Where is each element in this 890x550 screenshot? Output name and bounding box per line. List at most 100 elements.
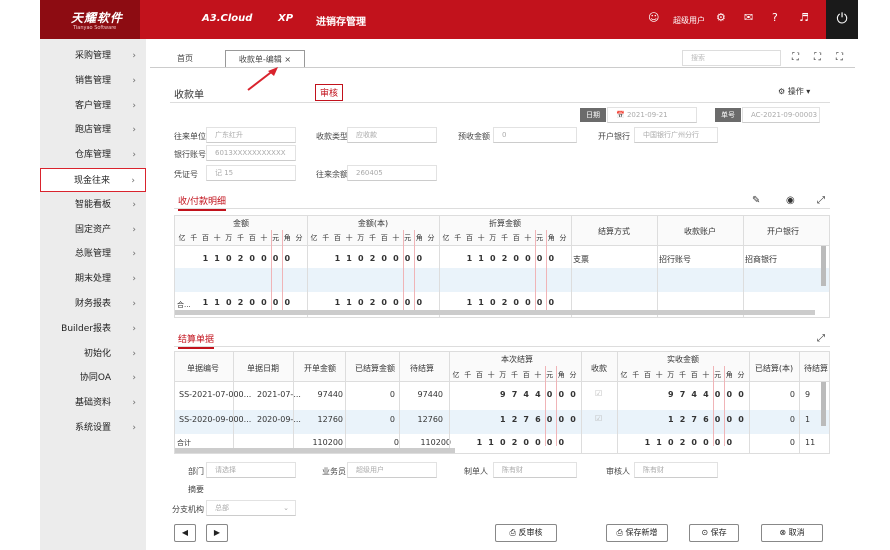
date-field[interactable]: 📅 2021-09-21 (607, 107, 697, 123)
help-icon[interactable]: ? (772, 11, 778, 24)
checkbox-icon[interactable]: ☑ (595, 389, 602, 398)
settle-digit: 7 (523, 415, 529, 424)
sidebar-item-label: 采购管理 (74, 51, 111, 61)
sidebar-item[interactable]: Builder报表 › (40, 317, 146, 341)
settle-vscroll[interactable] (821, 382, 826, 426)
sidebar-item[interactable]: 固定资产 › (40, 218, 146, 242)
auditor-field[interactable]: 陈有财 (634, 462, 718, 478)
detail-unit-header: 千 (237, 234, 244, 242)
staff-field[interactable]: 超级用户 (347, 462, 437, 478)
save-new-button[interactable]: ⎙ 保存新增 (606, 524, 668, 542)
settle-total-todo2: 11 (805, 438, 816, 447)
settle-unit-header: 万 (499, 371, 507, 379)
type-field[interactable]: 应收款 (347, 127, 437, 143)
prepay-field[interactable]: 0 (493, 127, 577, 143)
user-name[interactable]: 超级用户 (673, 15, 705, 26)
speaker-icon[interactable]: ♬ (799, 11, 809, 24)
detail-sum-digit: 2 (501, 298, 508, 307)
settle-unit-header: 分 (569, 371, 577, 379)
bank-field[interactable]: 中国银行广州分行 (634, 127, 718, 143)
dept-field[interactable]: 请选择 (206, 462, 296, 478)
detail-unit-header: 分 (295, 234, 303, 242)
nav-a3cloud[interactable]: A3.Cloud (202, 13, 252, 24)
sidebar-item[interactable]: 期末处理 › (40, 267, 146, 291)
sidebar-item[interactable]: 初始化 › (40, 342, 146, 366)
expand-settle-icon[interactable]: ⤢ (817, 333, 825, 344)
unaudit-button[interactable]: ⎙ 反审核 (495, 524, 557, 542)
detail-col-method: 结算方式 (598, 227, 630, 236)
detail-unit-header: 千 (190, 234, 198, 242)
detail-account-value[interactable]: 招行账号 (659, 254, 691, 265)
gear-icon[interactable]: ⚙ (716, 11, 726, 24)
sidebar-item[interactable]: 现金往来 › (40, 168, 146, 192)
user-icon[interactable]: ☺ (648, 11, 659, 24)
tab-receipt-edit[interactable]: 收款单-编辑 × (225, 50, 305, 67)
settle-no[interactable]: SS-2020-09-000... (179, 415, 251, 424)
chevron-right-icon: › (132, 323, 136, 334)
save-new-label: 保存新增 (625, 528, 658, 537)
nav-xp[interactable]: XP (278, 13, 293, 24)
sidebar-item[interactable]: 客户管理 › (40, 94, 146, 118)
detail-unit-header: 万 (489, 234, 497, 242)
save-button[interactable]: ⊙ 保存 (689, 524, 739, 542)
maker-field[interactable]: 陈有财 (493, 462, 577, 478)
fullscreen-icon[interactable]: ⛶ (836, 52, 843, 63)
voucher-field[interactable]: 记 15 (206, 165, 296, 181)
expand-icon[interactable]: ⛶ (792, 52, 799, 63)
voucher-label: 凭证号 (174, 170, 198, 179)
close-icon[interactable]: × (284, 55, 291, 64)
chat-icon[interactable]: ✉ (744, 11, 753, 24)
power-icon[interactable]: ⏻ (826, 0, 858, 39)
detail-vscroll[interactable] (821, 246, 826, 286)
expand-detail-icon[interactable]: ⤢ (817, 195, 825, 206)
detail-bank-value[interactable]: 招商银行 (745, 254, 777, 265)
sidebar-item[interactable]: 财务报表 › (40, 292, 146, 316)
settle-col-header: 开单金额 (304, 364, 336, 373)
sidebar-item[interactable]: 基础资料 › (40, 391, 146, 415)
attach-icon[interactable]: ✎ (752, 195, 760, 206)
next-button[interactable]: ▶ (206, 524, 228, 542)
no-field[interactable]: AC-2021-09-00003 (742, 107, 820, 123)
chevron-right-icon: › (132, 199, 136, 210)
sidebar-item[interactable]: 系统设置 › (40, 416, 146, 440)
sidebar-item[interactable]: 仓库管理 › (40, 143, 146, 167)
company-field[interactable]: 广东红升 (206, 127, 296, 143)
settle-hscroll[interactable] (175, 448, 455, 453)
checkbox-icon[interactable]: ☑ (595, 414, 602, 423)
account-label: 银行账号 (174, 150, 206, 159)
detail-unit-header: 千 (369, 234, 376, 242)
settle-table[interactable]: 单据编号 单据日期 开单金额 已结算金额 待结算 本次结算 收款 实收金额 已结算(本) 待结算亿… (174, 351, 830, 454)
detail-table[interactable]: 金额亿千百十万千百十元角分金额(本) 亿千百十万千百十元角分折算金额亿千百十万千百… (174, 215, 830, 318)
detail-method-value[interactable]: 支票 (573, 254, 589, 265)
detail-unit-header: 千 (454, 234, 462, 242)
tab-home[interactable]: 首页 (177, 50, 193, 67)
search-input[interactable]: 搜索 (682, 50, 781, 66)
detail-sum-digit: 0 (393, 298, 399, 307)
sidebar-item[interactable]: 协同OA › (40, 366, 146, 390)
detail-yuan-divider (270, 230, 272, 310)
account-field[interactable]: 6013XXXXXXXXXXX (206, 145, 296, 161)
prev-button[interactable]: ◀ (174, 524, 196, 542)
cancel-button[interactable]: ⊗ 取消 (761, 524, 823, 542)
sidebar-item[interactable]: 采购管理 › (40, 44, 146, 68)
sidebar-item[interactable]: 销售管理 › (40, 69, 146, 93)
globe-icon[interactable]: ◉ (786, 195, 795, 206)
detail-digit: 0 (261, 254, 267, 263)
detail-hscroll[interactable] (175, 310, 815, 315)
detail-sum-digit: 0 (416, 298, 423, 307)
sidebar-item[interactable]: 智能看板 › (40, 193, 146, 217)
settle-amount: 12760 (317, 415, 343, 424)
sidebar-item-label: 期末处理 (74, 274, 111, 285)
settle-total-paid-digit: 0 (703, 438, 709, 447)
branch-select[interactable]: 总部 ⌄ (206, 500, 296, 516)
balance-field[interactable]: 260405 (347, 165, 437, 181)
settle-no[interactable]: SS-2021-07-000... (179, 390, 251, 399)
settle-col-divider (345, 352, 346, 453)
settle-paid-digit: 1 (668, 415, 674, 424)
detail-sum-digit: 0 (261, 298, 267, 307)
sidebar-item[interactable]: 跑店管理 › (40, 118, 146, 142)
ops-menu[interactable]: ⚙ 操作 ▾ (778, 86, 810, 97)
shrink-icon[interactable]: ⛶ (814, 52, 821, 63)
nav-inventory[interactable]: 进销存管理 (316, 13, 366, 28)
sidebar-item[interactable]: 总账管理 › (40, 242, 146, 266)
